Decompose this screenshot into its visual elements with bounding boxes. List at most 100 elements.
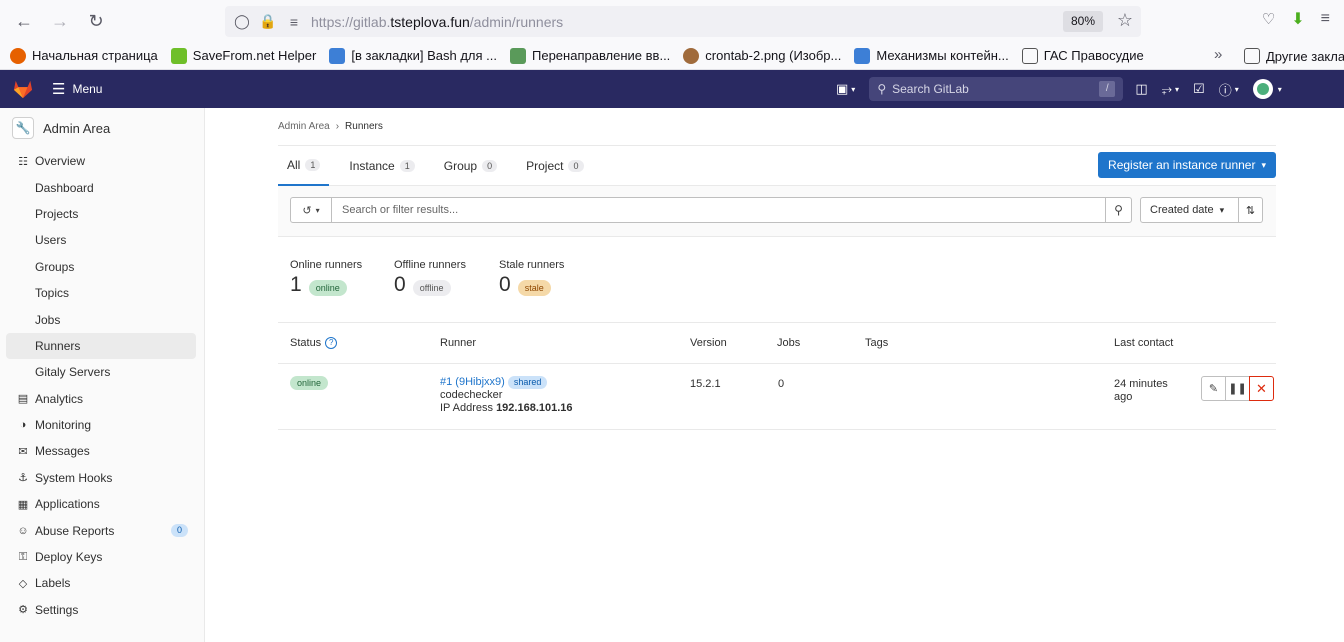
sidebar-item-users[interactable]: Users (0, 227, 204, 253)
chevron-down-icon: ▾ (1261, 159, 1266, 170)
sidebar-item-runners[interactable]: Runners (6, 332, 196, 360)
edit-icon[interactable]: ✎ (1201, 376, 1226, 401)
app-menu-icon[interactable]: ≡ (1321, 10, 1330, 28)
sidebar-item-deploy-keys[interactable]: ⚿ Deploy Keys (0, 544, 204, 570)
todo-icon[interactable]: ☑ (1193, 81, 1205, 97)
sort-dropdown[interactable]: Created date ▾ (1140, 197, 1239, 223)
sidebar-item-messages[interactable]: ✉ Messages (0, 438, 204, 464)
bookmark-star-icon[interactable]: ☆ (1117, 10, 1133, 31)
main-content: Admin Area › Runners All 1 Instance 1 Grou… (278, 108, 1276, 430)
status-badge: online (290, 376, 329, 390)
tab-project[interactable]: Project 0 (517, 146, 592, 186)
sidebar-item-projects[interactable]: Projects (0, 201, 204, 227)
other-bookmarks[interactable]: Другие заклад (1244, 48, 1344, 64)
breadcrumb-runners[interactable]: Runners (345, 121, 383, 132)
sidebar-item-dashboard[interactable]: Dashboard (0, 174, 204, 200)
address-bar[interactable]: ◯ 🔒 ≡ https://gitlab.tsteplova.fun/admin… (225, 6, 1141, 37)
folder-icon (1021, 47, 1038, 64)
sidebar-item-monitoring[interactable]: ◑ Monitoring (0, 412, 204, 438)
issues-icon[interactable]: ◫ (1135, 81, 1147, 97)
sidebar-item-abuse-reports[interactable]: ☺ Abuse Reports 0 (0, 517, 204, 543)
column-last-contact: Last contact (1114, 337, 1174, 349)
lock-icon[interactable]: 🔒 (255, 9, 281, 35)
sidebar-item-applications[interactable]: ▦ Applications (0, 491, 204, 517)
search-icon: ⚲ (877, 82, 887, 96)
pocket-icon[interactable]: ♡ (1262, 10, 1275, 28)
pause-icon[interactable]: ❚❚ (1225, 376, 1250, 401)
help-icon[interactable]: ⓘ ▾ (1219, 80, 1239, 99)
bookmarks-bar: Начальная страница SaveFrom.net Helper [… (0, 42, 1344, 70)
bookmark-item[interactable]: ГАС Правосудие (1021, 47, 1144, 64)
label-icon: ◇ (18, 577, 28, 590)
stat-online: Online runners 1 online (290, 259, 363, 296)
back-icon[interactable]: ← (6, 3, 42, 39)
sidebar-item-system-hooks[interactable]: ⚓ System Hooks (0, 465, 204, 491)
column-runner: Runner (440, 337, 477, 349)
merge-requests-icon[interactable]: ⥅ ▾ (1162, 81, 1179, 97)
bookmark-item[interactable]: SaveFrom.net Helper (170, 47, 316, 64)
download-icon[interactable]: ⬇ (1291, 9, 1304, 29)
question-icon[interactable]: ? (325, 337, 338, 350)
plus-square-icon[interactable]: ▣ ▾ (836, 81, 855, 97)
runner-cell: #1 (9Hibjxx9) shared codechecker IP Addre… (440, 376, 573, 415)
sidebar-item-overview[interactable]: ☷ Overview (0, 148, 204, 174)
sidebar-item-settings[interactable]: ⚙ Settings (0, 597, 204, 623)
tab-count: 0 (482, 159, 498, 172)
bookmark-item[interactable]: Начальная страница (10, 47, 158, 64)
sidebar: 🔧 Admin Area ☷ Overview Dashboard Project… (0, 108, 205, 642)
last-contact-cell: 24 minutes ago (1114, 378, 1168, 403)
bookmark-item[interactable]: crontab-2.png (Изобр... (683, 47, 841, 64)
sidebar-item-groups[interactable]: Groups (0, 254, 204, 280)
wrench-icon: 🔧 (12, 117, 34, 139)
sidebar-item-jobs[interactable]: Jobs (0, 306, 204, 332)
apps-icon: ▦ (17, 498, 29, 511)
sort-direction-icon[interactable]: ⇅ (1239, 197, 1263, 223)
filter-input[interactable]: ↺ ▾ Search or filter results... ⚲ (290, 197, 1132, 223)
bookmark-item[interactable]: Механизмы контейн... (854, 47, 1009, 64)
tab-count: 1 (305, 158, 321, 171)
bookmark-item[interactable]: [в закладки] Bash для ... (329, 47, 497, 64)
tab-instance[interactable]: Instance 1 (340, 146, 423, 186)
reload-icon[interactable]: ↻ (78, 3, 114, 39)
delete-icon[interactable]: ✕ (1249, 376, 1274, 401)
sidebar-item-analytics[interactable]: ▤ Analytics (0, 386, 204, 412)
smiley-icon: ☺ (17, 524, 29, 537)
sidebar-item-topics[interactable]: Topics (0, 280, 204, 306)
sidebar-item-gitaly-servers[interactable]: Gitaly Servers (0, 359, 204, 385)
monitor-icon: ◑ (19, 419, 27, 432)
user-menu[interactable]: ▾ (1252, 79, 1282, 99)
sidebar-item-labels[interactable]: ◇ Labels (0, 570, 204, 596)
menu-button[interactable]: ☰ Menu (52, 80, 102, 98)
avatar (1252, 79, 1273, 99)
filter-bar: ↺ ▾ Search or filter results... ⚲ Created… (278, 186, 1276, 237)
row-actions: ✎ ❚❚ ✕ (1201, 376, 1274, 401)
chart-icon: ▤ (17, 393, 29, 406)
shield-icon[interactable]: ◯ (229, 9, 255, 35)
tab-all[interactable]: All 1 (278, 146, 330, 186)
search-shortcut: / (1099, 81, 1116, 97)
elephant-icon (510, 47, 526, 64)
history-icon[interactable]: ↺ ▾ (291, 198, 332, 222)
jobs-cell: 0 (778, 378, 785, 390)
download-arrow-icon (170, 47, 187, 64)
breadcrumb-admin-area[interactable]: Admin Area (278, 121, 330, 132)
sidebar-title[interactable]: 🔧 Admin Area (0, 108, 204, 148)
search-icon[interactable]: ⚲ (1105, 198, 1131, 222)
tab-group[interactable]: Group 0 (435, 146, 506, 186)
column-version: Version (690, 337, 727, 349)
forward-icon[interactable]: → (42, 3, 78, 39)
url-text[interactable]: https://gitlab.tsteplova.fun/admin/runne… (311, 14, 563, 30)
gitlab-logo-icon[interactable] (12, 79, 34, 99)
zoom-level[interactable]: 80% (1062, 11, 1103, 32)
permissions-icon[interactable]: ≡ (281, 9, 307, 35)
firefox-icon (10, 47, 26, 64)
bookmark-item[interactable]: Перенаправление вв... (510, 47, 670, 64)
browser-toolbar: ← → ↻ ◯ 🔒 ≡ https://gitlab.tsteplova.fun… (0, 0, 1344, 42)
register-runner-button[interactable]: Register an instance runner ▾ (1098, 152, 1276, 178)
chevron-more-icon[interactable]: » (1214, 46, 1222, 63)
search-placeholder: Search GitLab (892, 82, 969, 96)
runner-ip: IP Address 192.168.101.16 (440, 402, 573, 414)
runner-link[interactable]: #1 (9Hibjxx9) (440, 376, 505, 388)
search-input[interactable]: ⚲ Search GitLab / (869, 77, 1124, 101)
folder-icon (1244, 48, 1260, 64)
